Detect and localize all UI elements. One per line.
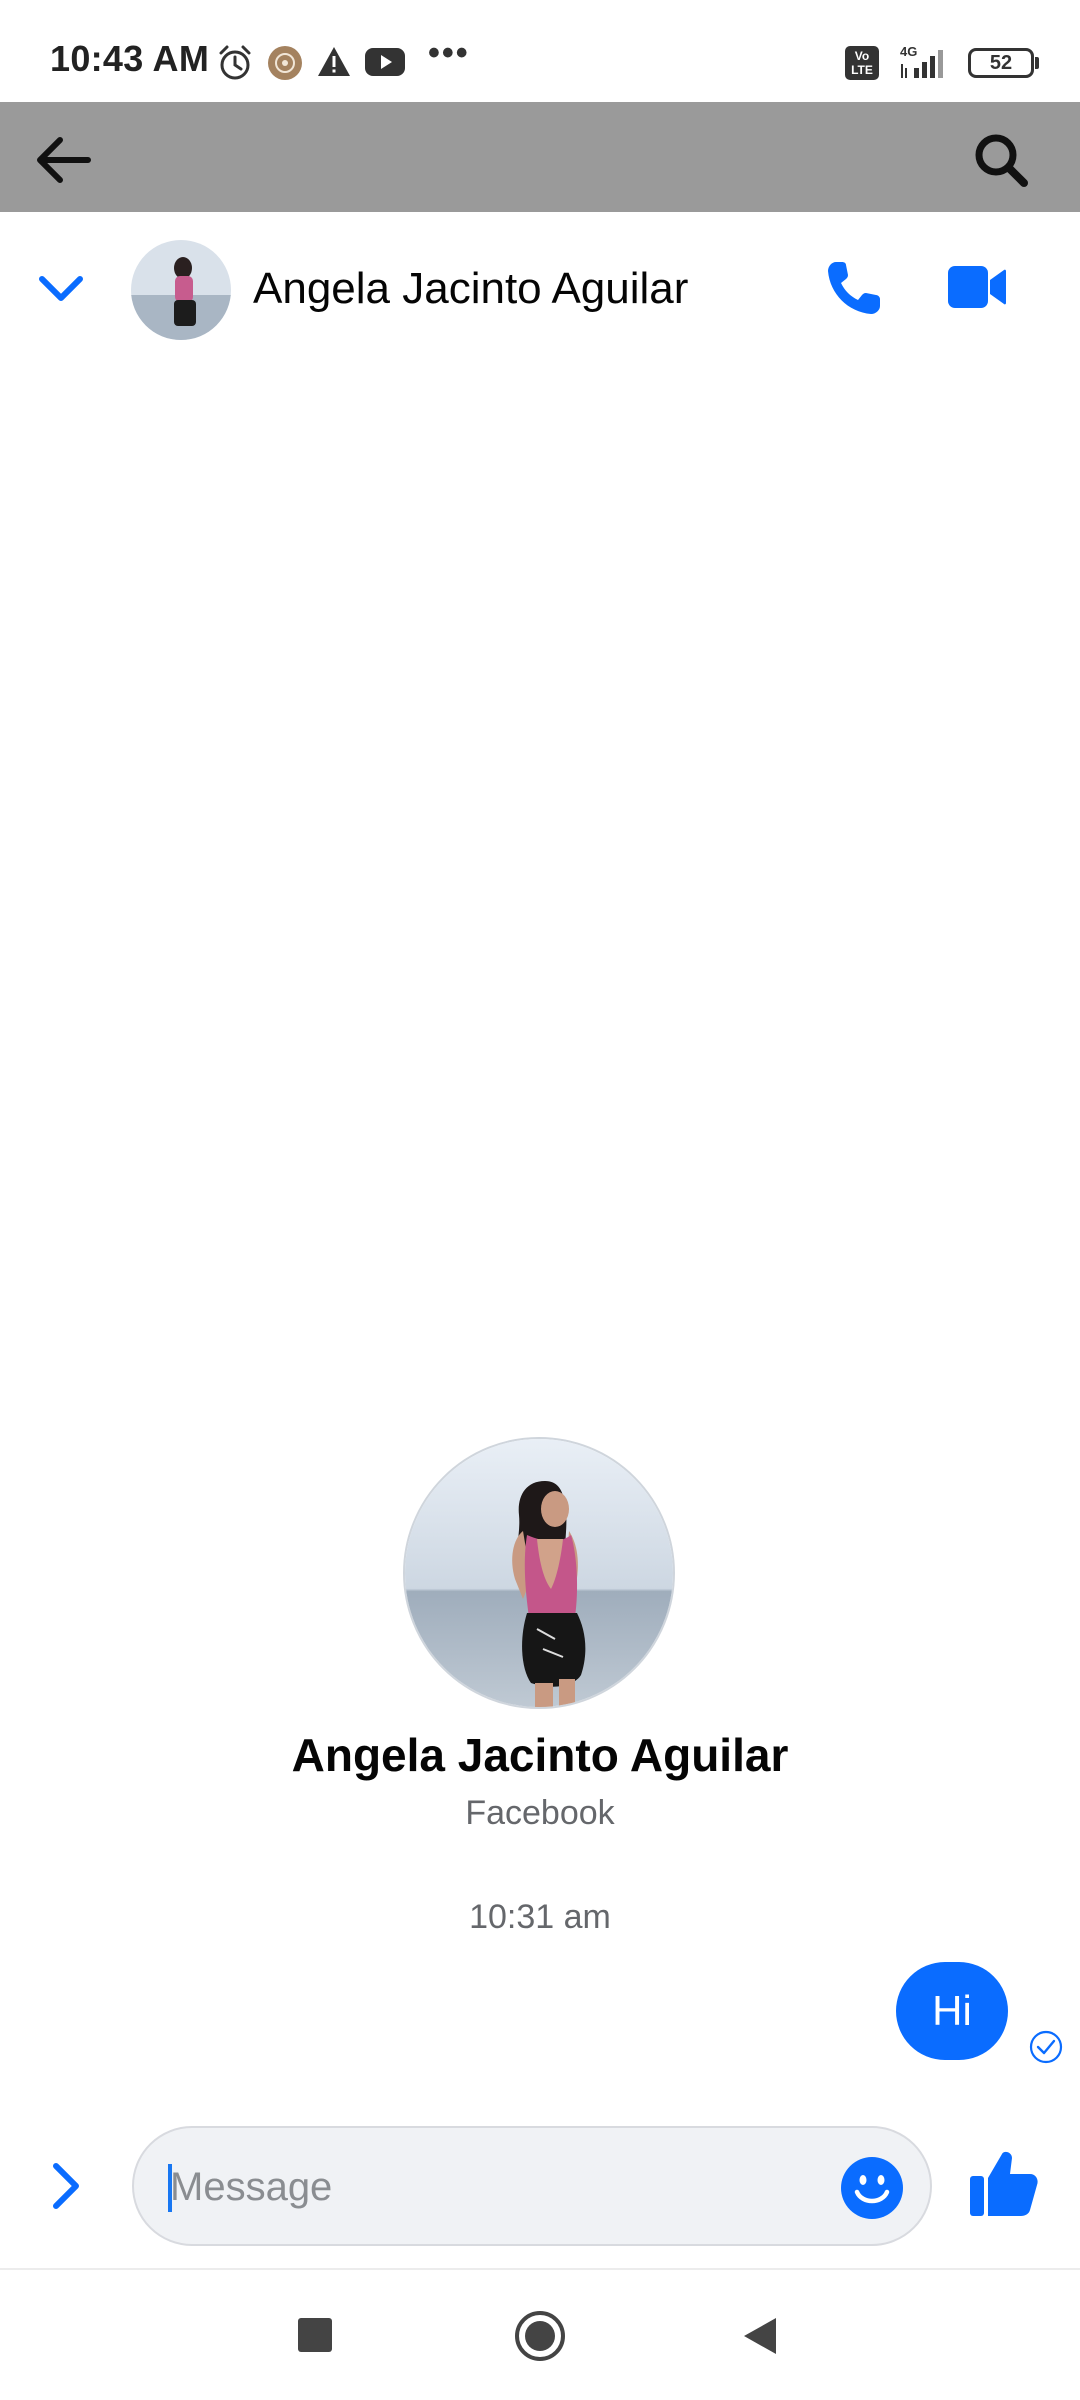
text-caret	[168, 2164, 172, 2212]
sent-check-icon	[1029, 2030, 1063, 2064]
arrow-left-icon[interactable]	[32, 132, 96, 188]
thumbs-up-icon[interactable]	[968, 2148, 1040, 2218]
message-timestamp: 10:31 am	[469, 1898, 611, 1936]
warning-icon	[318, 47, 350, 76]
battery-tip	[1035, 57, 1039, 69]
signal-icon: 4G	[898, 44, 954, 80]
profile-name: Angela Jacinto Aguilar	[291, 1729, 789, 1781]
message-bubble[interactable]: Hi	[896, 1962, 1008, 2060]
top-toolbar	[0, 102, 1080, 212]
emoji-icon[interactable]	[840, 2156, 904, 2220]
volte-icon: Vo LTE	[845, 46, 879, 80]
system-nav-bar	[0, 2268, 1080, 2400]
message-composer	[0, 2108, 1080, 2268]
status-bar: 10:43 AM ••• Vo LTE 4G 52	[0, 0, 1080, 102]
youtube-icon	[365, 48, 405, 76]
app-badge-icon	[268, 46, 302, 80]
alarm-icon	[219, 45, 251, 80]
more-dots-icon: •••	[428, 34, 470, 72]
message-input-container[interactable]	[132, 2126, 932, 2246]
phone-icon[interactable]	[822, 256, 886, 320]
profile-source: Facebook	[465, 1794, 615, 1832]
chevron-right-icon[interactable]	[46, 2158, 86, 2214]
profile-photo[interactable]	[403, 1437, 675, 1709]
chat-header: Angela Jacinto Aguilar	[0, 212, 1080, 370]
battery-icon: 52	[968, 48, 1034, 78]
chevron-down-icon[interactable]	[36, 272, 86, 306]
search-icon[interactable]	[970, 130, 1034, 190]
contact-name[interactable]: Angela Jacinto Aguilar	[253, 264, 688, 314]
status-time: 10:43 AM	[50, 38, 210, 79]
video-camera-icon[interactable]	[946, 262, 1008, 312]
home-circle-icon[interactable]	[514, 2310, 566, 2362]
recents-square-icon[interactable]	[298, 2318, 332, 2352]
avatar[interactable]	[131, 240, 231, 340]
back-triangle-icon[interactable]	[740, 2314, 780, 2358]
message-input[interactable]	[168, 2128, 812, 2246]
